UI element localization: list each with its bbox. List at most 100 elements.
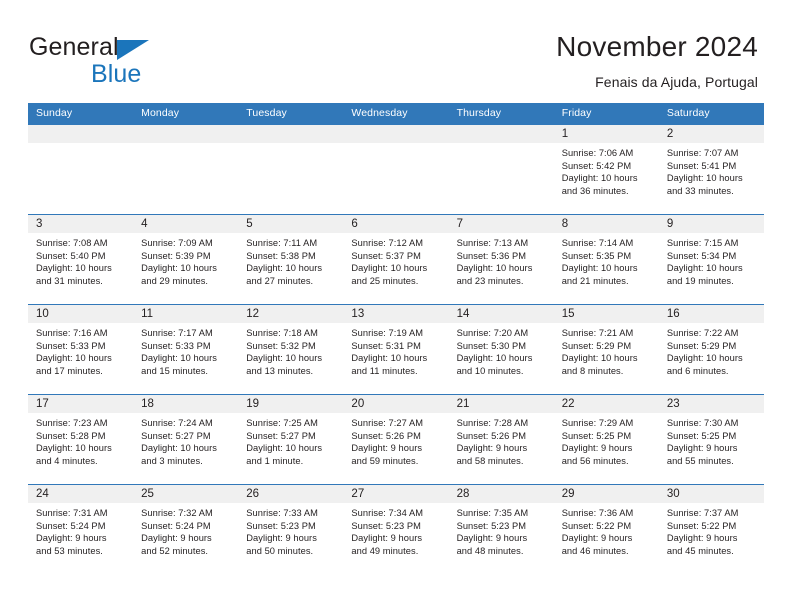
day-detail-line: Sunset: 5:25 PM (561, 430, 632, 441)
day-cell-12[interactable]: 12 Sunrise: 7:18 AM Sunset: 5:32 PM Dayligh… (238, 304, 344, 394)
day-cell-6[interactable]: 6 Sunrise: 7:12 AM Sunset: 5:37 PM Daylight… (343, 214, 449, 304)
day-number: 22 (553, 395, 659, 413)
day-cell-16[interactable]: 16 Sunrise: 7:22 AM Sunset: 5:29 PM Dayligh… (658, 304, 764, 394)
day-detail-line: and 21 minutes. (561, 275, 629, 286)
brand-logo[interactable]: General Blue (29, 32, 259, 88)
day-cell-25[interactable]: 25 Sunrise: 7:32 AM Sunset: 5:24 PM Dayligh… (133, 484, 239, 574)
day-detail-line: Daylight: 10 hours (666, 353, 743, 364)
day-detail-line: Sunset: 5:23 PM (351, 520, 421, 531)
day-detail-line: Sunrise: 7:33 AM (246, 508, 318, 518)
day-cell-8[interactable]: 8 Sunrise: 7:14 AM Sunset: 5:35 PM Daylight… (553, 214, 659, 304)
day-cell-9[interactable]: 9 Sunrise: 7:15 AM Sunset: 5:34 PM Daylight… (658, 214, 764, 304)
day-detail-line: Sunrise: 7:16 AM (36, 328, 108, 338)
day-cell-1[interactable]: 1 Sunrise: 7:06 AM Sunset: 5:42 PM Daylight… (553, 124, 659, 214)
day-detail-line: Sunrise: 7:14 AM (561, 238, 634, 248)
calendar-week-row: 1 Sunrise: 7:06 AM Sunset: 5:42 PM Daylight… (28, 124, 764, 214)
day-cell-15[interactable]: 15 Sunrise: 7:21 AM Sunset: 5:29 PM Dayligh… (553, 304, 659, 394)
day-detail-line: Sunset: 5:32 PM (246, 340, 316, 351)
day-detail-line: Sunrise: 7:24 AM (141, 418, 213, 428)
day-details: Sunrise: 7:33 AM Sunset: 5:23 PM Daylight:… (238, 503, 343, 557)
day-detail-line: Daylight: 10 hours (456, 353, 533, 364)
day-number: 4 (133, 215, 239, 233)
day-cell-26[interactable]: 26 Sunrise: 7:33 AM Sunset: 5:23 PM Dayligh… (238, 484, 344, 574)
day-cell-18[interactable]: 18 Sunrise: 7:24 AM Sunset: 5:27 PM Dayligh… (133, 394, 239, 484)
day-detail-line: Sunset: 5:24 PM (36, 520, 106, 531)
day-detail-line: and 46 minutes. (561, 545, 629, 556)
day-cell-28[interactable]: 28 Sunrise: 7:35 AM Sunset: 5:23 PM Dayligh… (448, 484, 554, 574)
day-detail-line: Sunrise: 7:07 AM (666, 148, 739, 158)
day-details: Sunrise: 7:17 AM Sunset: 5:33 PM Daylight:… (133, 323, 238, 377)
day-detail-line: Sunset: 5:22 PM (666, 520, 737, 531)
brand-flag-icon (116, 39, 149, 60)
day-detail-line: Daylight: 10 hours (246, 353, 323, 364)
day-details: Sunrise: 7:11 AM Sunset: 5:38 PM Daylight:… (238, 233, 343, 287)
day-number (448, 125, 554, 143)
day-detail-line: Sunset: 5:26 PM (351, 430, 421, 441)
day-detail-line: Sunrise: 7:12 AM (351, 238, 424, 248)
calendar-week-row: 17 Sunrise: 7:23 AM Sunset: 5:28 PM Dayligh… (28, 394, 764, 484)
day-detail-line: Sunrise: 7:31 AM (36, 508, 108, 518)
day-cell-22[interactable]: 22 Sunrise: 7:29 AM Sunset: 5:25 PM Dayligh… (553, 394, 659, 484)
brand-logo-top: General (29, 32, 259, 62)
day-details: Sunrise: 7:28 AM Sunset: 5:26 PM Daylight:… (449, 413, 554, 467)
weekday-header-monday: Monday (141, 107, 180, 119)
day-detail-line: Daylight: 9 hours (561, 533, 633, 544)
day-cell-30[interactable]: 30 Sunrise: 7:37 AM Sunset: 5:22 PM Dayligh… (658, 484, 764, 574)
day-details: Sunrise: 7:12 AM Sunset: 5:37 PM Daylight:… (343, 233, 448, 287)
day-cell-7[interactable]: 7 Sunrise: 7:13 AM Sunset: 5:36 PM Daylight… (448, 214, 554, 304)
day-detail-line: and 55 minutes. (666, 455, 734, 466)
day-detail-line: Sunset: 5:27 PM (246, 430, 316, 441)
day-cell-3[interactable]: 3 Sunrise: 7:08 AM Sunset: 5:40 PM Daylight… (28, 214, 134, 304)
day-details: Sunrise: 7:15 AM Sunset: 5:34 PM Daylight:… (659, 233, 764, 287)
day-cell-29[interactable]: 29 Sunrise: 7:36 AM Sunset: 5:22 PM Dayligh… (553, 484, 659, 574)
day-cell-10[interactable]: 10 Sunrise: 7:16 AM Sunset: 5:33 PM Dayligh… (28, 304, 134, 394)
day-detail-line: Sunset: 5:30 PM (456, 340, 527, 351)
day-cell-14[interactable]: 14 Sunrise: 7:20 AM Sunset: 5:30 PM Dayligh… (448, 304, 554, 394)
day-detail-line: Daylight: 9 hours (351, 533, 423, 544)
day-cell-2[interactable]: 2 Sunrise: 7:07 AM Sunset: 5:41 PM Daylight… (658, 124, 764, 214)
day-detail-line: Daylight: 9 hours (141, 533, 212, 544)
day-cell-24[interactable]: 24 Sunrise: 7:31 AM Sunset: 5:24 PM Dayligh… (28, 484, 134, 574)
day-number: 16 (658, 305, 764, 323)
day-cell-11[interactable]: 11 Sunrise: 7:17 AM Sunset: 5:33 PM Dayligh… (133, 304, 239, 394)
day-detail-line: Sunset: 5:34 PM (666, 250, 737, 261)
day-details: Sunrise: 7:09 AM Sunset: 5:39 PM Daylight:… (133, 233, 238, 287)
day-number: 10 (28, 305, 134, 323)
day-cell-21[interactable]: 21 Sunrise: 7:28 AM Sunset: 5:26 PM Dayligh… (448, 394, 554, 484)
day-detail-line: Daylight: 10 hours (666, 263, 743, 274)
day-cell-5[interactable]: 5 Sunrise: 7:11 AM Sunset: 5:38 PM Daylight… (238, 214, 344, 304)
day-detail-line: Sunrise: 7:36 AM (561, 508, 634, 518)
day-cell-13[interactable]: 13 Sunrise: 7:19 AM Sunset: 5:31 PM Dayligh… (343, 304, 449, 394)
day-cell-27[interactable]: 27 Sunrise: 7:34 AM Sunset: 5:23 PM Dayligh… (343, 484, 449, 574)
day-detail-line: Sunrise: 7:34 AM (351, 508, 424, 518)
day-detail-line: Sunrise: 7:15 AM (666, 238, 739, 248)
day-detail-line: Sunset: 5:33 PM (141, 340, 211, 351)
day-detail-line: Sunrise: 7:20 AM (456, 328, 529, 338)
day-cell-17[interactable]: 17 Sunrise: 7:23 AM Sunset: 5:28 PM Dayligh… (28, 394, 134, 484)
day-detail-line: Sunrise: 7:27 AM (351, 418, 424, 428)
day-number: 29 (553, 485, 659, 503)
day-cell-4[interactable]: 4 Sunrise: 7:09 AM Sunset: 5:39 PM Daylight… (133, 214, 239, 304)
day-details: Sunrise: 7:18 AM Sunset: 5:32 PM Daylight:… (238, 323, 343, 377)
weekday-header-sunday: Sunday (36, 107, 73, 119)
day-details: Sunrise: 7:35 AM Sunset: 5:23 PM Daylight:… (449, 503, 554, 557)
day-detail-line: Daylight: 9 hours (351, 443, 423, 454)
day-detail-line: Daylight: 10 hours (561, 173, 638, 184)
day-detail-line: Sunrise: 7:22 AM (666, 328, 739, 338)
day-detail-line: Sunrise: 7:21 AM (561, 328, 634, 338)
day-detail-line: Sunset: 5:29 PM (561, 340, 632, 351)
day-cell-19[interactable]: 19 Sunrise: 7:25 AM Sunset: 5:27 PM Dayligh… (238, 394, 344, 484)
day-details: Sunrise: 7:13 AM Sunset: 5:36 PM Daylight:… (449, 233, 554, 287)
day-detail-line: Sunset: 5:27 PM (141, 430, 211, 441)
day-cell-20[interactable]: 20 Sunrise: 7:27 AM Sunset: 5:26 PM Dayligh… (343, 394, 449, 484)
day-cell-23[interactable]: 23 Sunrise: 7:30 AM Sunset: 5:25 PM Dayligh… (658, 394, 764, 484)
day-detail-line: Daylight: 10 hours (561, 353, 638, 364)
day-detail-line: and 59 minutes. (351, 455, 419, 466)
title-block: November 2024 Fenais da Ajuda, Portugal (556, 30, 758, 91)
day-detail-line: Daylight: 10 hours (36, 353, 112, 364)
day-detail-line: Daylight: 10 hours (141, 353, 217, 364)
day-detail-line: Sunset: 5:38 PM (246, 250, 316, 261)
day-details: Sunrise: 7:20 AM Sunset: 5:30 PM Daylight:… (449, 323, 554, 377)
day-detail-line: Sunset: 5:40 PM (36, 250, 106, 261)
day-detail-line: and 17 minutes. (36, 365, 103, 376)
